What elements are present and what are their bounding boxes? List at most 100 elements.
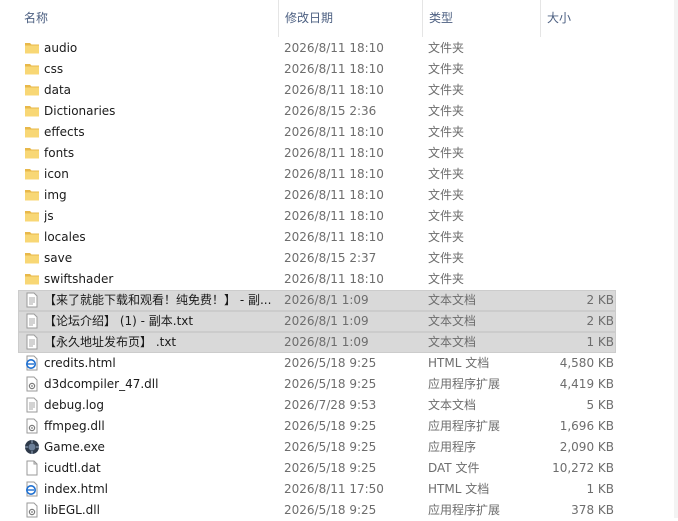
file-name: locales [44, 230, 86, 244]
html-file-icon [24, 481, 40, 497]
file-type: 文件夹 [428, 146, 465, 160]
file-modified-date: 2026/8/11 17:50 [284, 482, 384, 496]
file-row[interactable]: css 2026/8/11 18:10 文件夹 [0, 59, 678, 80]
file-type: 文本文档 [428, 293, 477, 307]
file-size [540, 143, 614, 164]
file-modified-date: 2026/8/11 18:10 [284, 209, 384, 223]
file-size: 5 KB [586, 398, 614, 412]
file-type: 文件夹 [428, 251, 465, 265]
folder-icon [24, 250, 40, 266]
file-size [540, 38, 614, 59]
file-name: 【论坛介绍】 (1) - 副本.txt [44, 314, 194, 328]
file-size: 4,580 KB [559, 356, 614, 370]
dll-file-icon [24, 418, 40, 434]
file-type: 文件夹 [428, 188, 465, 202]
file-modified-date: 2026/7/28 9:53 [284, 398, 377, 412]
file-size [540, 185, 614, 206]
file-row[interactable]: d3dcompiler_47.dll 2026/5/18 9:25 应用程序扩展 4,… [0, 374, 678, 395]
column-header-date-label: 修改日期 [285, 11, 334, 25]
folder-icon [24, 229, 40, 245]
file-type: 文件夹 [428, 209, 465, 223]
file-row[interactable]: credits.html 2026/5/18 9:25 HTML 文档 4,580 K… [0, 353, 678, 374]
folder-icon [24, 103, 40, 119]
file-row[interactable]: index.html 2026/8/11 17:50 HTML 文档 1 KB [0, 479, 678, 500]
file-row[interactable]: icon 2026/8/11 18:10 文件夹 [0, 164, 678, 185]
file-row[interactable]: save 2026/8/15 2:37 文件夹 [0, 248, 678, 269]
file-size: 1 KB [586, 482, 614, 496]
file-type: 文件夹 [428, 230, 465, 244]
html-file-icon [24, 355, 40, 371]
file-type: 应用程序 [428, 440, 477, 454]
folder-icon [24, 208, 40, 224]
file-size: 2 KB [586, 293, 614, 307]
file-row[interactable]: icudtl.dat 2026/5/18 9:25 DAT 文件 10,272 KB [0, 458, 678, 479]
file-size [540, 59, 614, 80]
vertical-scrollbar[interactable] [674, 0, 678, 518]
file-name: ffmpeg.dll [44, 419, 105, 433]
file-name: 【来了就能下载和观看！纯免费！】 - 副... [44, 293, 272, 307]
folder-icon [24, 124, 40, 140]
file-name: audio [44, 41, 78, 55]
folder-icon [24, 166, 40, 182]
file-size: 2,090 KB [559, 440, 614, 454]
file-name: img [44, 188, 67, 202]
dll-file-icon [24, 502, 40, 518]
file-name: credits.html [44, 356, 116, 370]
column-header-bar: 名称 ^ 修改日期 类型 大小 [0, 0, 678, 37]
column-header-size[interactable]: 大小 [540, 0, 622, 37]
file-type: 文件夹 [428, 104, 465, 118]
file-type: 文件夹 [428, 41, 465, 55]
file-modified-date: 2026/8/15 2:36 [284, 104, 377, 118]
blank-file-icon [24, 460, 40, 476]
file-size: 1,696 KB [559, 419, 614, 433]
file-type: 应用程序扩展 [428, 377, 501, 391]
file-modified-date: 2026/8/11 18:10 [284, 146, 384, 160]
file-size [540, 206, 614, 227]
file-type: HTML 文档 [428, 482, 490, 496]
file-row[interactable]: audio 2026/8/11 18:10 文件夹 [0, 38, 678, 59]
file-name: d3dcompiler_47.dll [44, 377, 159, 391]
file-row[interactable]: 【来了就能下载和观看！纯免费！】 - 副... 2026/8/1 1:09 文本文档… [0, 290, 678, 311]
column-header-type[interactable]: 类型 [422, 0, 538, 37]
file-type: 文本文档 [428, 398, 477, 412]
file-modified-date: 2026/8/1 1:09 [284, 335, 369, 349]
file-modified-date: 2026/8/11 18:10 [284, 125, 384, 139]
file-name: 【永久地址发布页】 .txt [44, 335, 177, 349]
file-name: fonts [44, 146, 75, 160]
file-row[interactable]: img 2026/8/11 18:10 文件夹 [0, 185, 678, 206]
file-modified-date: 2026/8/11 18:10 [284, 62, 384, 76]
file-type: 文件夹 [428, 83, 465, 97]
file-size [540, 227, 614, 248]
file-row[interactable]: fonts 2026/8/11 18:10 文件夹 [0, 143, 678, 164]
file-row[interactable]: ffmpeg.dll 2026/5/18 9:25 应用程序扩展 1,696 KB [0, 416, 678, 437]
file-name: Dictionaries [44, 104, 116, 118]
file-modified-date: 2026/5/18 9:25 [284, 419, 377, 433]
file-modified-date: 2026/5/18 9:25 [284, 377, 377, 391]
file-row[interactable]: Game.exe 2026/5/18 9:25 应用程序 2,090 KB [0, 437, 678, 458]
file-name: debug.log [44, 398, 104, 412]
file-row[interactable]: js 2026/8/11 18:10 文件夹 [0, 206, 678, 227]
file-size: 1 KB [586, 335, 614, 349]
file-row[interactable]: effects 2026/8/11 18:10 文件夹 [0, 122, 678, 143]
file-row[interactable]: locales 2026/8/11 18:10 文件夹 [0, 227, 678, 248]
file-row[interactable]: swiftshader 2026/8/11 18:10 文件夹 [0, 269, 678, 290]
file-type: HTML 文档 [428, 356, 490, 370]
file-type: 文本文档 [428, 335, 477, 349]
file-type: 文件夹 [428, 167, 465, 181]
file-row[interactable]: debug.log 2026/7/28 9:53 文本文档 5 KB [0, 395, 678, 416]
file-row[interactable]: data 2026/8/11 18:10 文件夹 [0, 80, 678, 101]
file-type: DAT 文件 [428, 461, 480, 475]
file-row[interactable]: 【论坛介绍】 (1) - 副本.txt 2026/8/1 1:09 文本文档 2 KB [0, 311, 678, 332]
column-header-name[interactable]: 名称 ^ [18, 0, 276, 37]
file-name: index.html [44, 482, 108, 496]
file-row[interactable]: Dictionaries 2026/8/15 2:36 文件夹 [0, 101, 678, 122]
folder-icon [24, 40, 40, 56]
file-modified-date: 2026/5/18 9:25 [284, 356, 377, 370]
file-type: 文件夹 [428, 125, 465, 139]
text-file-icon [24, 292, 40, 308]
file-row[interactable]: 【永久地址发布页】 .txt 2026/8/1 1:09 文本文档 1 KB [0, 332, 678, 353]
file-modified-date: 2026/8/11 18:10 [284, 230, 384, 244]
column-header-date[interactable]: 修改日期 [278, 0, 420, 37]
folder-icon [24, 61, 40, 77]
file-name: css [44, 62, 64, 76]
